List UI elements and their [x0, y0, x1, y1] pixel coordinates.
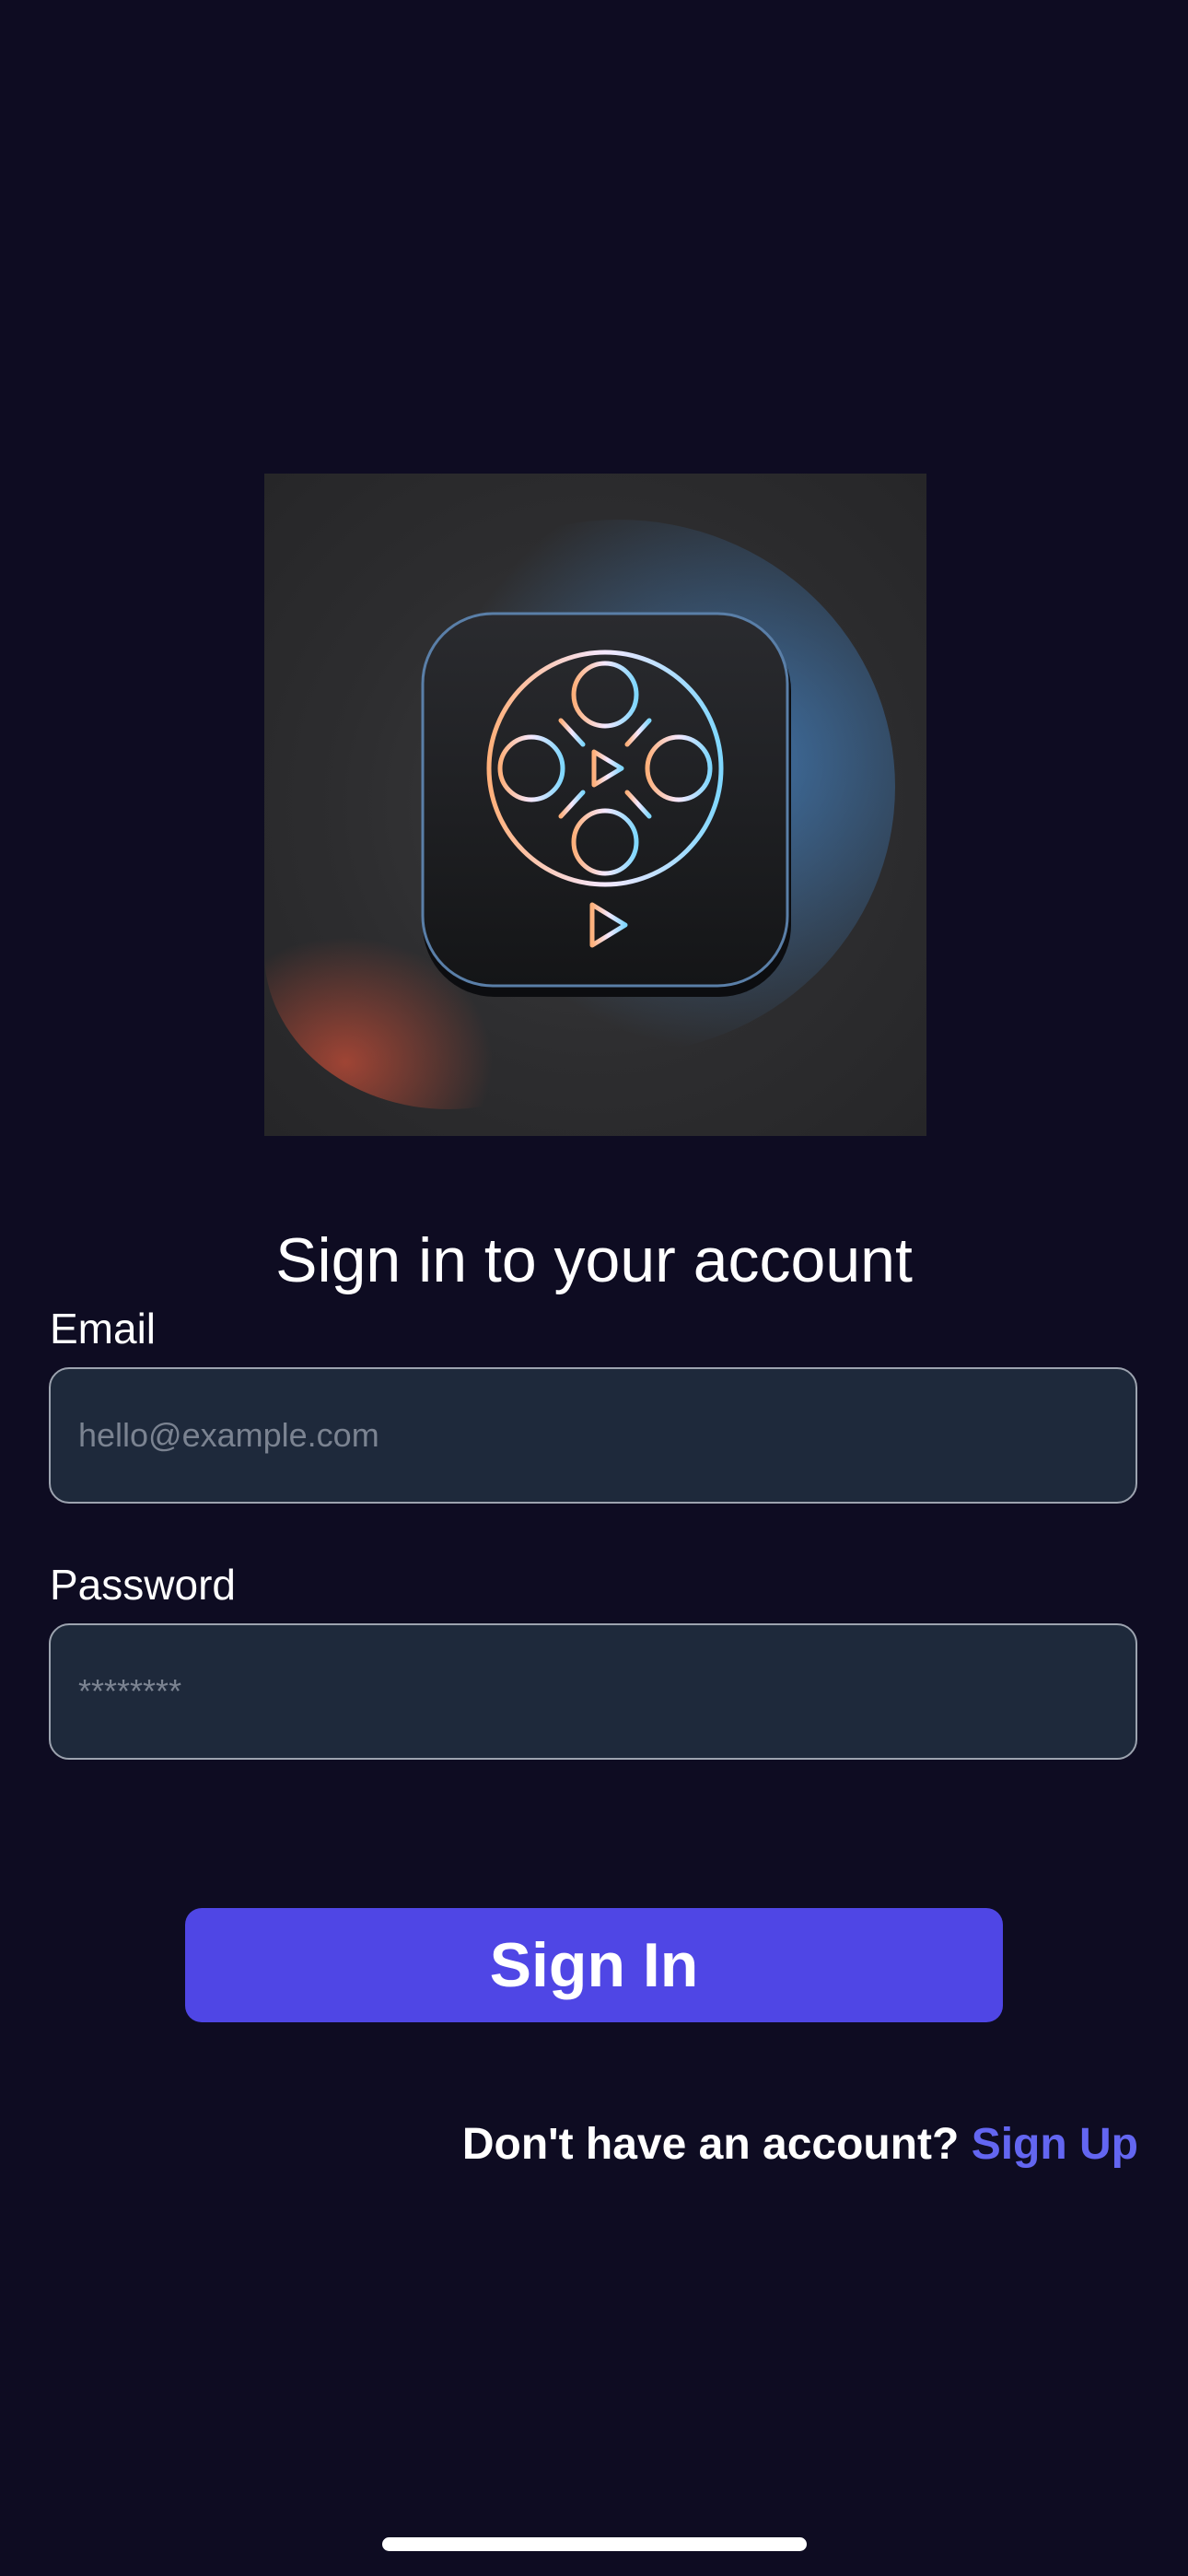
- password-label: Password: [50, 1561, 236, 1609]
- home-indicator[interactable]: [382, 2537, 807, 2551]
- page-title: Sign in to your account: [275, 1225, 913, 1295]
- signup-row: Don't have an account? Sign Up: [462, 2115, 1138, 2174]
- password-field[interactable]: [51, 1625, 1136, 1758]
- sign-up-link[interactable]: Sign Up: [972, 2120, 1138, 2169]
- sign-in-button[interactable]: Sign In: [185, 1908, 1003, 2022]
- film-reel-play-icon: [264, 520, 895, 1109]
- email-field-container: [49, 1367, 1137, 1504]
- email-field[interactable]: [51, 1369, 1136, 1502]
- signup-prompt: Don't have an account?: [461, 2120, 960, 2169]
- password-field-container: [49, 1623, 1137, 1760]
- email-label: Email: [50, 1305, 157, 1352]
- app-logo-image: [264, 474, 926, 1136]
